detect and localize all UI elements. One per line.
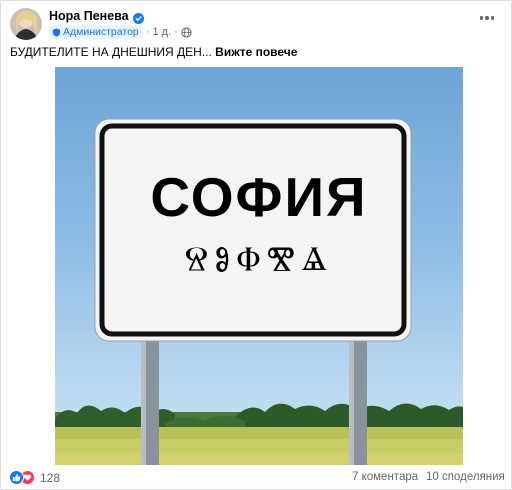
meta-separator: ·	[145, 26, 150, 38]
shares-count[interactable]: 10 споделяния	[426, 471, 505, 483]
post-body: БУДИТЕЛИТЕ НА ДНЕШНИЯ ДЕН...	[10, 45, 212, 59]
author-name[interactable]: Нора Пенева	[49, 9, 129, 23]
author-row: Нора Пенева	[49, 9, 144, 24]
post-text: БУДИТЕЛИТЕ НА ДНЕШНИЯ ДЕН... Вижте повеч…	[10, 45, 297, 59]
like-reaction-icon	[9, 470, 24, 485]
author-avatar[interactable]	[10, 8, 42, 40]
post-card: Нора Пенева Администратор · 1 д. · БУДИТ…	[0, 0, 512, 490]
admin-badge-label: Администратор	[63, 26, 139, 38]
see-more-link[interactable]: Вижте повече	[215, 45, 297, 59]
comments-count[interactable]: 7 коментара	[352, 471, 418, 483]
globe-icon	[181, 26, 192, 38]
sign-city-name: СОФИЯ	[150, 166, 368, 228]
reactions-summary[interactable]: 128	[9, 470, 60, 485]
post-meta: Администратор · 1 д. ·	[49, 25, 192, 39]
more-options-icon[interactable]	[477, 11, 497, 25]
admin-badge: Администратор	[49, 25, 143, 39]
meta-separator: ·	[174, 26, 178, 38]
post-image[interactable]: СОФИЯ ⰔⰑⰗⰊⰡ	[55, 67, 463, 465]
reaction-count: 128	[40, 470, 61, 485]
verified-badge-icon	[132, 11, 144, 24]
sign-glagolitic-text: ⰔⰑⰗⰊⰡ	[184, 239, 334, 279]
admin-shield-icon	[52, 27, 61, 37]
post-time[interactable]: 1 д.	[152, 26, 171, 38]
